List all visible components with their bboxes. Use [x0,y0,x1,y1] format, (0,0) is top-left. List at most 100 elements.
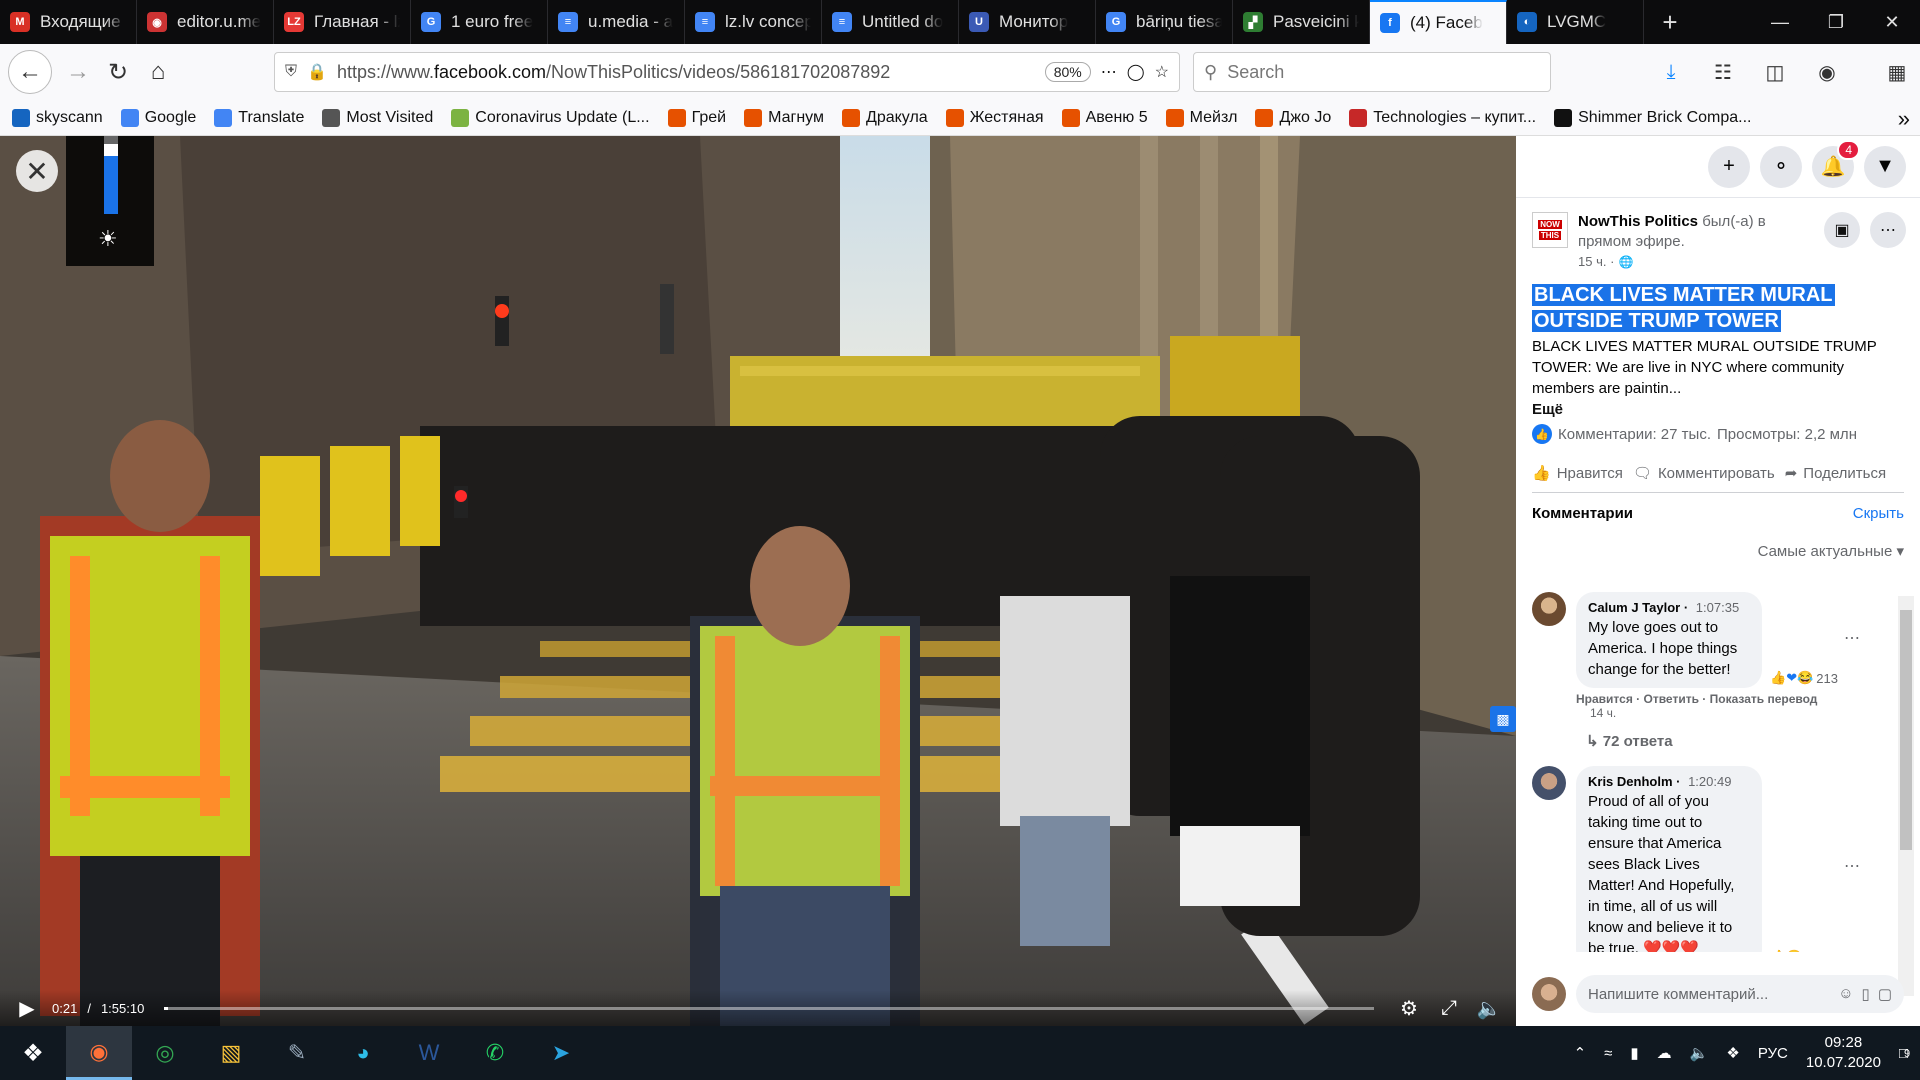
play-icon[interactable]: ▶ [12,996,42,1021]
see-more-link[interactable]: Ещё [1532,401,1904,418]
close-window-button[interactable]: ✕ [1864,0,1920,44]
save-icon[interactable]: ▣ [1824,212,1860,248]
bookmark-item[interactable]: Translate [214,108,304,127]
picture-in-picture-icon[interactable]: ▩ [1490,706,1516,732]
settings-gear-icon[interactable]: ⚙ [1394,996,1424,1021]
shield-icon[interactable]: ⛨ [285,63,297,81]
bookmark-item[interactable]: Most Visited [322,108,433,127]
language-indicator[interactable]: РУС [1758,1045,1788,1062]
comment-options-icon[interactable]: ⋯ [1844,628,1860,648]
battery-icon[interactable]: ▮ [1630,1044,1638,1062]
back-button[interactable]: ← [8,50,52,94]
account-icon[interactable]: ◉ [1808,52,1846,92]
pocket-icon[interactable]: ◯ [1127,62,1145,82]
forward-button[interactable]: → [58,52,98,92]
notification-center-icon[interactable]: □ 9 [1899,1045,1910,1062]
clock[interactable]: 09:28 10.07.2020 [1806,1033,1881,1073]
fullscreen-icon[interactable]: ⤢ [1434,997,1464,1020]
close-video-button[interactable]: ✕ [16,150,58,192]
account-dropdown-icon[interactable]: ▼ [1864,145,1906,188]
page-name[interactable]: NowThis Politics [1578,213,1698,230]
bookmark-item[interactable]: skyscann [12,108,103,127]
like-button[interactable]: 👍 Нравится [1532,464,1623,483]
comments-count[interactable]: Комментарии: 27 тыс. [1558,426,1711,443]
comment-video-timestamp[interactable]: 1:20:49 [1688,774,1731,789]
tab-9[interactable]: Gbāriņu tiesa [1096,0,1233,44]
extensions-icon[interactable]: ▦ [1878,52,1916,92]
speaker-icon[interactable]: 🔈 [1690,1044,1709,1062]
tab-2[interactable]: ◉ editor.u.me [137,0,274,44]
more-options-icon[interactable]: ⋯ [1870,212,1906,248]
file-explorer-icon[interactable]: ▧ [198,1026,264,1080]
url-bar[interactable]: ⛨ 🔒 https://www.facebook.com/NowThisPoli… [274,52,1180,92]
video-player[interactable]: ✕ ☀ ▩ ▶ 0:21 / 1:55:10 ⚙ ⤢ 🔈 [0,136,1516,1026]
gif-icon[interactable]: ▯ [1862,985,1870,1003]
sidebar-icon[interactable]: ◫ [1756,52,1794,92]
tab-6[interactable]: ≡ lz.lv concep [685,0,822,44]
create-plus-icon[interactable]: + [1708,145,1750,188]
scrollbar-thumb[interactable] [1900,610,1912,850]
search-input[interactable]: ⚲ Search [1193,52,1551,92]
comments-sort[interactable]: Самые актуальные ▾ [1516,522,1920,560]
my-avatar[interactable] [1532,977,1566,1011]
windows-start-icon[interactable]: ❖ [0,1026,66,1080]
bookmark-item[interactable]: Грей [667,108,726,127]
comment-age[interactable]: 14 ч. [1516,706,1920,720]
bookmark-item[interactable]: Мейзл [1165,108,1237,127]
tab-7[interactable]: ≡ Untitled do [822,0,959,44]
comment-options-icon[interactable]: ⋯ [1844,856,1860,876]
word-icon[interactable]: W [396,1026,462,1080]
bookmark-item[interactable]: Technologies – купит... [1349,108,1536,127]
comment-like-link[interactable]: Нравится [1576,692,1633,706]
post-time[interactable]: 15 ч. · [1578,254,1614,269]
firefox-icon[interactable]: ◉ [66,1026,132,1080]
bookmark-item[interactable]: Магнум [744,108,824,127]
reload-button[interactable]: ↻ [98,52,138,92]
brightness-slider[interactable]: ☀ [66,136,154,266]
comment-translate-link[interactable]: Показать перевод [1710,692,1818,706]
sticker-icon[interactable]: ▢ [1878,985,1892,1003]
lock-icon[interactable]: 🔒 [307,62,327,82]
comment-author[interactable]: Calum J Taylor · 1:07:35 [1588,600,1750,615]
home-button[interactable]: ⌂ [138,52,178,92]
tab-4[interactable]: G 1 euro free [411,0,548,44]
minimize-button[interactable]: — [1752,0,1808,44]
edge-icon[interactable]: ◕ [330,1026,396,1080]
page-actions-icon[interactable]: ⋯ [1101,62,1117,82]
avatar[interactable] [1532,592,1566,626]
like-reaction-icon[interactable]: 👍 [1532,424,1552,444]
volume-icon[interactable]: 🔈 [1474,996,1504,1021]
tab-12[interactable]: ◐ LVGMC [1507,0,1644,44]
comment-input[interactable]: Напишите комментарий... ☺ ▯ ▢ [1576,975,1904,1013]
emoji-icon[interactable]: ☺ [1838,985,1853,1003]
zoom-indicator[interactable]: 80% [1044,62,1091,82]
library-icon[interactable]: ☷ [1704,52,1742,92]
video-progress-bar[interactable] [164,1006,1374,1010]
bookmark-item[interactable]: Coronavirus Update (L... [451,108,650,127]
tab-11[interactable]: f (4) Faceb [1370,0,1507,44]
chrome-icon[interactable]: ◎ [132,1026,198,1080]
snipping-tool-icon[interactable]: ✎ [264,1026,330,1080]
bookmark-item[interactable]: Жестяная [945,108,1044,127]
new-tab-button[interactable]: + [1644,0,1696,44]
chevron-up-icon[interactable]: ⌃ [1574,1044,1587,1062]
wifi-icon[interactable]: ≈ [1604,1045,1612,1062]
bookmark-star-icon[interactable]: ☆ [1155,62,1169,82]
cloud-icon[interactable]: ☁ [1657,1044,1672,1062]
tab-10[interactable]: ▞ Pasveicini k [1233,0,1370,44]
brightness-handle[interactable] [104,144,118,157]
download-icon[interactable]: ⤓ [1652,52,1690,92]
bookmark-item[interactable]: Shimmer Brick Compa... [1554,108,1752,127]
brightness-track[interactable] [104,136,118,214]
tab-3[interactable]: LZ Главная - lz [274,0,411,44]
comment-video-timestamp[interactable]: 1:07:35 [1696,600,1739,615]
hide-comments-link[interactable]: Скрыть [1853,505,1904,522]
comments-scrollbar[interactable] [1898,596,1914,996]
comment-reply-link[interactable]: Ответить [1644,692,1699,706]
tab-1[interactable]: M Входящие ( [0,0,137,44]
bookmark-item[interactable]: Авеню 5 [1061,108,1148,127]
bookmark-item[interactable]: Джо Jo [1255,108,1331,127]
bookmark-item[interactable]: Google [120,108,196,127]
comment-author[interactable]: Kris Denholm · 1:20:49 [1588,774,1750,789]
reaction-summary[interactable]: 👍❤😂 213 [1766,670,1842,686]
